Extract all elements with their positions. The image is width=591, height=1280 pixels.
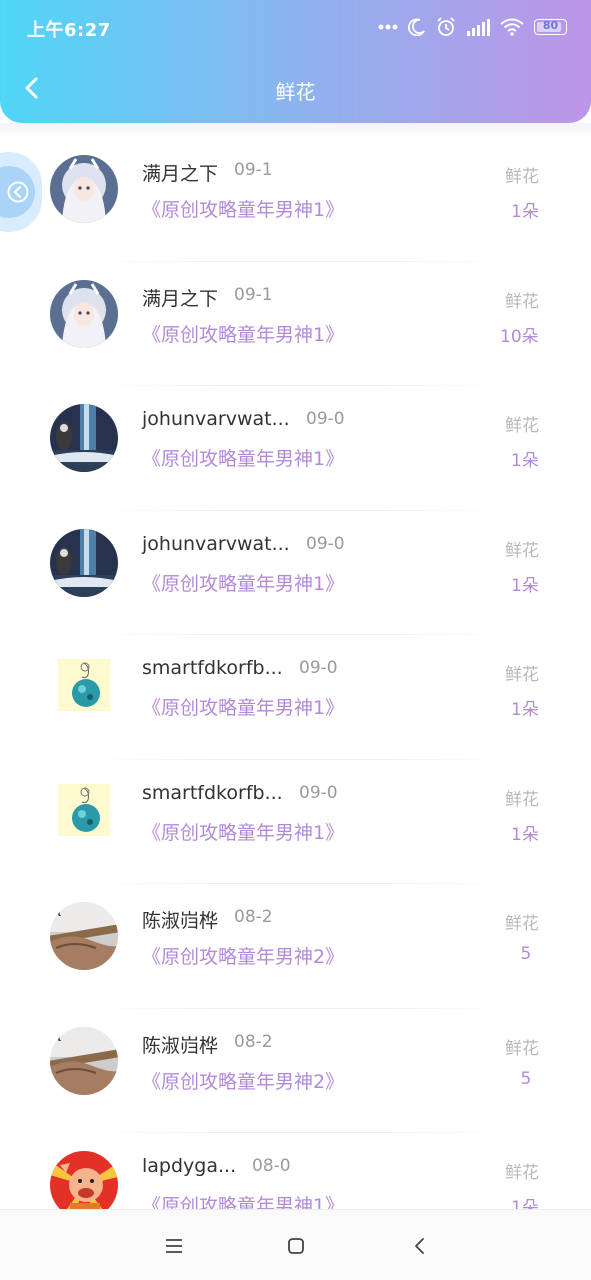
user-name[interactable]: lapdyga... — [142, 1155, 236, 1177]
book-title[interactable]: 《原创攻略童年男神2》 — [142, 942, 344, 969]
status-time: 上午6:27 — [27, 20, 111, 41]
battery-level: 80 — [542, 19, 559, 32]
user-name[interactable]: smartfdkorfb... — [142, 782, 283, 804]
user-name[interactable]: 陈淑岿桦 — [142, 1031, 218, 1058]
flower-record-row[interactable]: ct 陈淑岿桦 08-2 《原创攻略童年男神2》 鲜花 5 — [0, 884, 591, 1009]
user-avatar[interactable] — [50, 279, 118, 348]
user-avatar[interactable] — [50, 528, 118, 597]
header-divider — [0, 123, 591, 137]
battery-icon: 80 — [534, 19, 567, 35]
user-name[interactable]: smartfdkorfb... — [142, 657, 283, 679]
flower-record-list: 满月之下 09-1 《原创攻略童年男神1》 鲜花 1朵 满月之下 09-1 《原创攻略童年男神… — [0, 137, 591, 1258]
user-avatar[interactable]: ct — [50, 1026, 118, 1095]
book-title[interactable]: 《原创攻略童年男神1》 — [142, 818, 344, 845]
flower-record-row[interactable]: 满月之下 09-1 《原创攻略童年男神1》 鲜花 10朵 — [0, 262, 591, 386]
book-title[interactable]: 《原创攻略童年男神1》 — [142, 320, 344, 347]
book-title[interactable]: 《原创攻略童年男神1》 — [142, 569, 344, 596]
alarm-icon — [437, 17, 455, 36]
gift-type-label: 鲜花 — [505, 167, 539, 187]
status-icons: 80 — [378, 16, 567, 38]
record-date: 09-0 — [306, 409, 345, 429]
user-avatar[interactable] — [58, 659, 110, 711]
book-title[interactable]: 《原创攻略童年男神1》 — [142, 444, 344, 471]
gift-count: 5 — [520, 1068, 532, 1089]
book-title[interactable]: 《原创攻略童年男神1》 — [142, 693, 344, 720]
gift-count: 1朵 — [511, 202, 539, 222]
back-triangle-icon — [415, 1238, 424, 1254]
menu-button[interactable] — [162, 1234, 186, 1258]
flower-record-row[interactable]: smartfdkorfb... 09-0 《原创攻略童年男神1》 鲜花 1朵 — [0, 635, 591, 760]
record-date: 08-2 — [234, 907, 273, 927]
user-avatar[interactable] — [58, 783, 110, 836]
svg-text:ct: ct — [52, 1033, 62, 1044]
chevron-left-circle-icon — [7, 181, 29, 203]
user-avatar[interactable] — [50, 404, 118, 472]
page-title: 鲜花 — [275, 80, 316, 104]
record-date: 09-0 — [306, 533, 345, 554]
app-header: 上午6:27 80 鲜花 — [0, 0, 591, 123]
user-name[interactable]: 满月之下 — [142, 159, 218, 186]
gift-type-label: 鲜花 — [505, 540, 539, 561]
flower-record-row[interactable]: 满月之下 09-1 《原创攻略童年男神1》 鲜花 1朵 — [0, 137, 591, 262]
flower-record-row[interactable]: johunvarvwat... 09-0 《原创攻略童年男神1》 鲜花 1朵 — [0, 511, 591, 635]
more-dots-icon — [378, 24, 398, 30]
user-name[interactable]: 陈淑岿桦 — [142, 906, 218, 933]
system-navigation-bar — [0, 1209, 591, 1280]
user-avatar[interactable]: ct — [50, 902, 118, 970]
flower-record-row[interactable]: smartfdkorfb... 09-0 《原创攻略童年男神1》 鲜花 1朵 — [0, 760, 591, 884]
gift-count: 1朵 — [511, 700, 539, 720]
record-date: 08-0 — [252, 1156, 291, 1176]
system-back-button[interactable] — [408, 1234, 432, 1258]
home-button[interactable] — [284, 1234, 308, 1258]
status-bar: 上午6:27 80 — [0, 0, 591, 56]
gift-count: 10朵 — [500, 326, 539, 347]
gift-type-label: 鲜花 — [505, 665, 539, 685]
user-name[interactable]: johunvarvwat... — [142, 533, 290, 555]
record-date: 09-0 — [299, 658, 338, 678]
svg-text:ct: ct — [52, 908, 62, 919]
user-avatar[interactable] — [50, 155, 118, 223]
gift-count: 1朵 — [511, 824, 539, 845]
record-date: 09-1 — [234, 160, 273, 180]
record-date: 09-0 — [299, 782, 338, 803]
gift-type-label: 鲜花 — [505, 1038, 539, 1059]
gift-count: 5 — [520, 944, 532, 964]
record-date: 09-1 — [234, 284, 273, 305]
menu-icon — [166, 1239, 182, 1253]
gift-type-label: 鲜花 — [505, 914, 539, 934]
gift-count: 1朵 — [511, 451, 539, 471]
flower-record-row[interactable]: johunvarvwat... 09-0 《原创攻略童年男神1》 鲜花 1朵 — [0, 386, 591, 511]
gift-type-label: 鲜花 — [505, 1163, 539, 1183]
record-date: 08-2 — [234, 1031, 273, 1052]
book-title[interactable]: 《原创攻略童年男神2》 — [142, 1067, 344, 1094]
wifi-icon — [500, 18, 524, 36]
gift-type-label: 鲜花 — [505, 789, 539, 810]
moon-icon — [408, 18, 425, 36]
gift-type-label: 鲜花 — [505, 416, 539, 436]
user-name[interactable]: johunvarvwat... — [142, 408, 290, 430]
flower-record-row[interactable]: ct 陈淑岿桦 08-2 《原创攻略童年男神2》 鲜花 5 — [0, 1009, 591, 1133]
home-square-icon — [288, 1238, 304, 1254]
signal-icon — [467, 19, 490, 36]
gift-type-label: 鲜花 — [505, 291, 539, 312]
book-title[interactable]: 《原创攻略童年男神1》 — [142, 195, 344, 222]
user-name[interactable]: 满月之下 — [142, 284, 218, 311]
gift-count: 1朵 — [511, 575, 539, 596]
